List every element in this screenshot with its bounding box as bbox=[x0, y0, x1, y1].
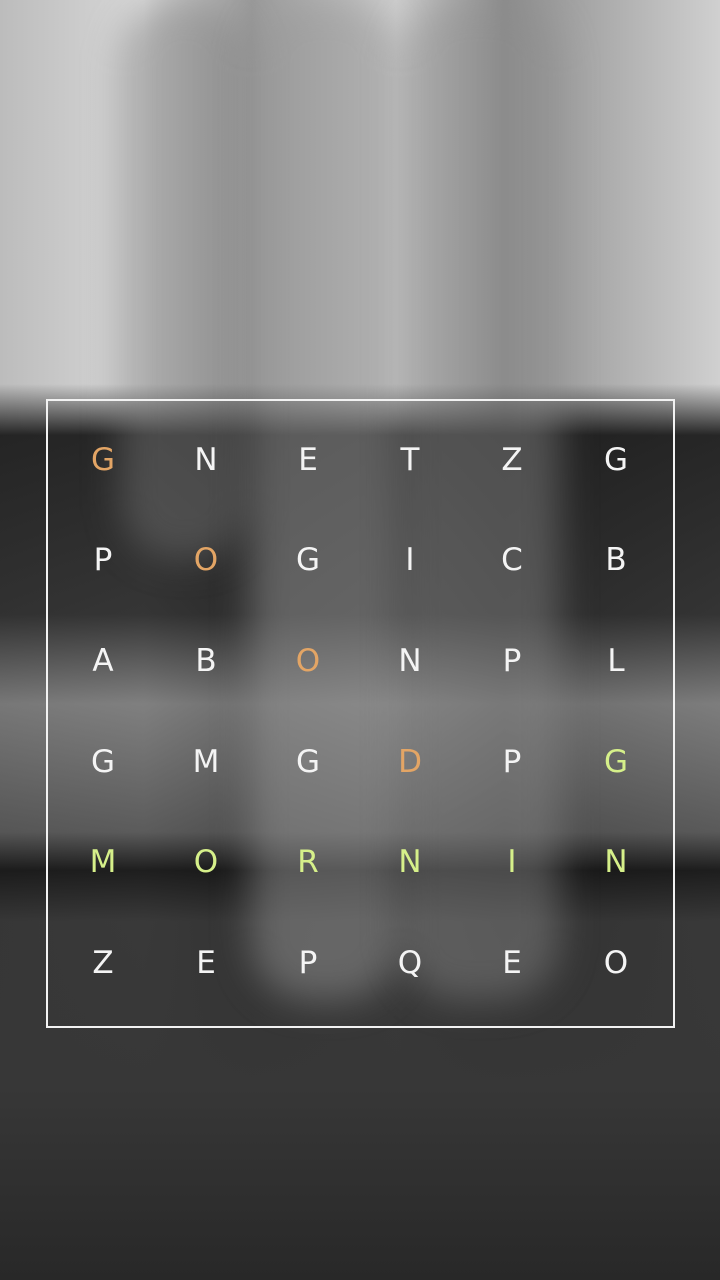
grid-letter[interactable]: B bbox=[576, 530, 656, 590]
grid-letter[interactable]: L bbox=[576, 631, 656, 691]
grid-letter[interactable]: I bbox=[472, 832, 552, 892]
grid-letter[interactable]: E bbox=[472, 933, 552, 993]
grid-letter[interactable]: T bbox=[370, 430, 450, 490]
grid-letter[interactable]: R bbox=[268, 832, 348, 892]
grid-letter[interactable]: G bbox=[63, 732, 143, 792]
grid-letter[interactable]: O bbox=[268, 631, 348, 691]
grid-letter[interactable]: Z bbox=[472, 430, 552, 490]
grid-letter[interactable]: A bbox=[63, 631, 143, 691]
grid-letter[interactable]: G bbox=[576, 430, 656, 490]
grid-letter[interactable]: E bbox=[166, 933, 246, 993]
grid-letter[interactable]: O bbox=[166, 530, 246, 590]
grid-letter[interactable]: N bbox=[370, 832, 450, 892]
grid-letter[interactable]: P bbox=[268, 933, 348, 993]
grid-letter[interactable]: G bbox=[63, 430, 143, 490]
grid-letter[interactable]: G bbox=[268, 732, 348, 792]
grid-letter[interactable]: P bbox=[472, 631, 552, 691]
grid-letter[interactable]: C bbox=[472, 530, 552, 590]
grid-letter[interactable]: E bbox=[268, 430, 348, 490]
grid-letter[interactable]: N bbox=[576, 832, 656, 892]
grid-letter[interactable]: P bbox=[63, 530, 143, 590]
grid-letter[interactable]: N bbox=[166, 430, 246, 490]
grid-letter[interactable]: I bbox=[370, 530, 450, 590]
grid-letter[interactable]: Z bbox=[63, 933, 143, 993]
grid-letter[interactable]: G bbox=[576, 732, 656, 792]
grid-letter[interactable]: Q bbox=[370, 933, 450, 993]
grid-letter[interactable]: D bbox=[370, 732, 450, 792]
grid-letter[interactable]: M bbox=[63, 832, 143, 892]
grid-letter[interactable]: M bbox=[166, 732, 246, 792]
grid-letter[interactable]: G bbox=[268, 530, 348, 590]
grid-letter[interactable]: P bbox=[472, 732, 552, 792]
grid-letter[interactable]: O bbox=[576, 933, 656, 993]
grid-letter[interactable]: N bbox=[370, 631, 450, 691]
grid-letter[interactable]: O bbox=[166, 832, 246, 892]
grid-letter[interactable]: B bbox=[166, 631, 246, 691]
